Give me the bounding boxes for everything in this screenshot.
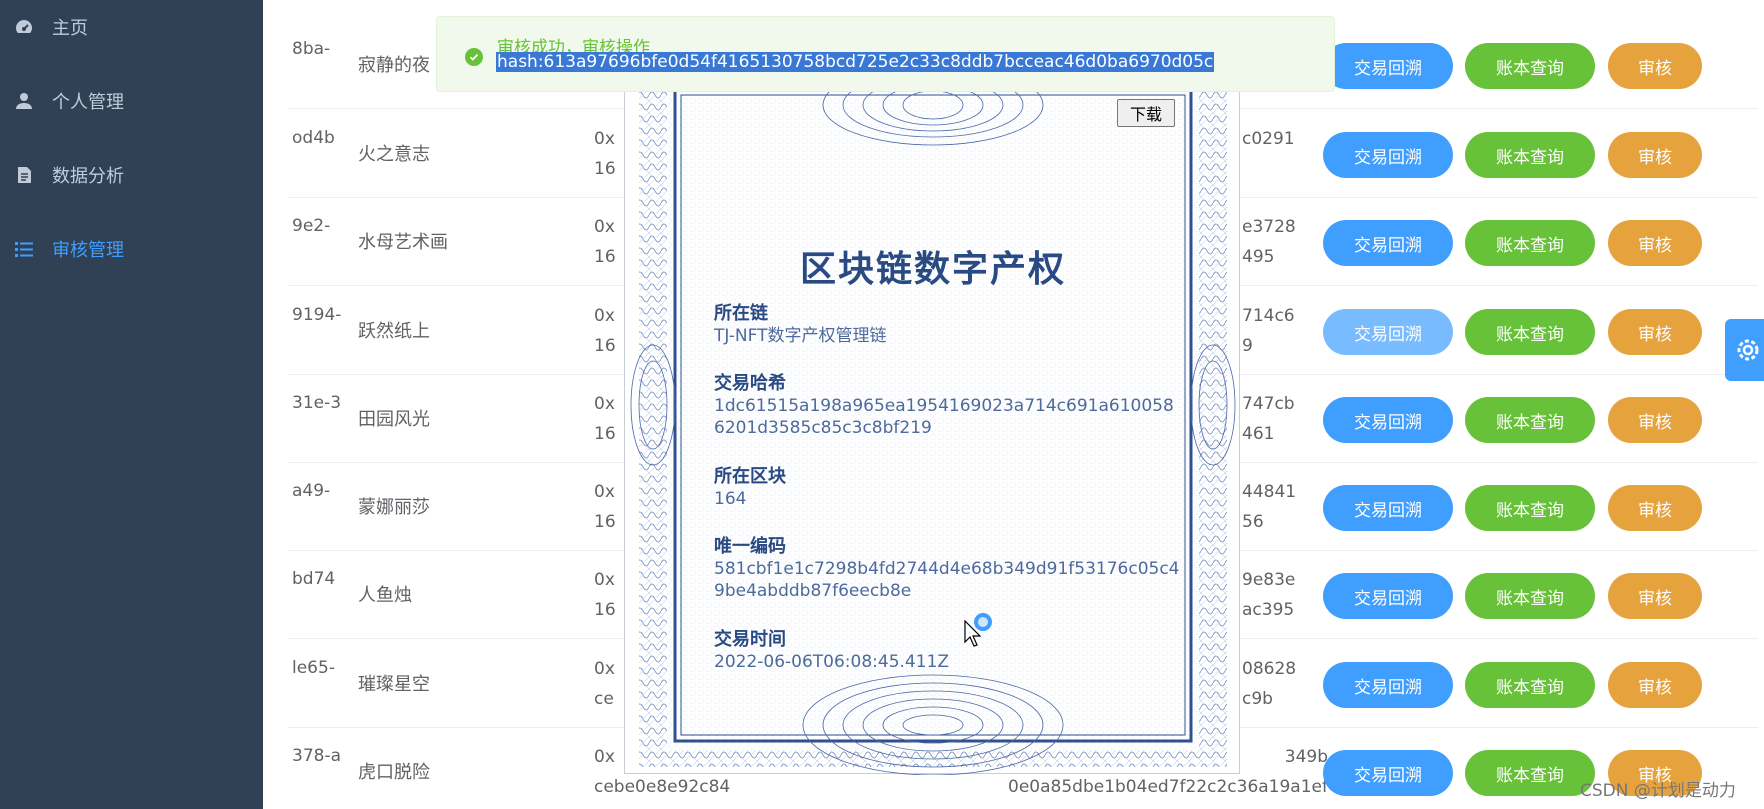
- row-id: 9194-: [292, 305, 342, 325]
- sidebar-item-label: 主页: [52, 18, 88, 39]
- message-hash[interactable]: hash:613a97696bfe0d54f4165130758bcd725e2…: [496, 52, 1215, 72]
- ledger-button[interactable]: 账本查询: [1465, 485, 1595, 531]
- row-id: 378-a: [292, 746, 341, 766]
- chain-value: TJ-NFT数字产权管理链: [714, 326, 887, 346]
- ledger-button[interactable]: 账本查询: [1465, 573, 1595, 619]
- audit-button[interactable]: 审核: [1608, 573, 1702, 619]
- row-name: 田园风光: [358, 409, 430, 430]
- ledger-button[interactable]: 账本查询: [1465, 309, 1595, 355]
- row-hash: 0x ce: [594, 659, 615, 709]
- sidebar-item-label: 数据分析: [52, 166, 124, 187]
- ledger-button[interactable]: 账本查询: [1465, 397, 1595, 443]
- table-row-partial: [288, 0, 1758, 6]
- check-circle-icon: [465, 48, 483, 66]
- audit-button[interactable]: 审核: [1608, 397, 1702, 443]
- row-name: 水母艺术画: [358, 232, 448, 253]
- list-icon: [12, 237, 36, 261]
- row-id: a49-: [292, 481, 331, 501]
- row-hash: 0x 16: [594, 570, 616, 620]
- ledger-button[interactable]: 账本查询: [1465, 750, 1595, 796]
- row-hash: 0x 16: [594, 217, 616, 267]
- row-name: 人鱼烛: [358, 585, 412, 606]
- audit-button[interactable]: 审核: [1608, 662, 1702, 708]
- audit-button[interactable]: 审核: [1608, 43, 1702, 89]
- row-id: le65-: [292, 658, 335, 678]
- row-hash: 0x 16: [594, 394, 616, 444]
- trace-button[interactable]: 交易回溯: [1323, 132, 1453, 178]
- row-id: 9e2-: [292, 216, 331, 236]
- row-hash-secondary: 44841 56: [1242, 482, 1297, 532]
- chain-label: 所在链: [714, 303, 768, 324]
- row-hash-secondary: 714c6 9: [1242, 306, 1295, 356]
- ledger-button[interactable]: 账本查询: [1465, 662, 1595, 708]
- sidebar: 主页 个人管理 数据分析 审核管理: [0, 0, 263, 809]
- sidebar-item-home[interactable]: 主页: [0, 0, 263, 64]
- row-hash-secondary: e3728 495: [1242, 217, 1296, 267]
- row-hash-secondary: c0291: [1242, 129, 1295, 149]
- settings-button[interactable]: [1725, 319, 1764, 381]
- trace-button[interactable]: 交易回溯: [1323, 220, 1453, 266]
- certificate-title: 区块链数字产权: [799, 249, 1066, 290]
- unique-code-value: 581cbf1e1c7298b4fd2744d4e68b349d91f53176…: [714, 559, 1180, 601]
- ledger-button[interactable]: 账本查询: [1465, 220, 1595, 266]
- row-id: 8ba-: [292, 39, 331, 59]
- audit-button[interactable]: 审核: [1608, 220, 1702, 266]
- sidebar-item-audit[interactable]: 审核管理: [0, 212, 263, 286]
- dashboard-icon: [12, 15, 36, 39]
- row-hash-secondary: 9e83e ac395: [1242, 570, 1296, 620]
- trace-button[interactable]: 交易回溯: [1323, 397, 1453, 443]
- trace-button[interactable]: 交易回溯: [1323, 43, 1453, 89]
- cursor-icon: [964, 620, 982, 647]
- trace-button[interactable]: 交易回溯: [1323, 750, 1453, 796]
- tx-hash-label: 交易哈希: [714, 373, 786, 394]
- watermark: CSDN @计划是动力: [1580, 781, 1736, 801]
- trace-button[interactable]: 交易回溯: [1323, 662, 1453, 708]
- row-id: bd74: [292, 569, 336, 589]
- row-id: od4b: [292, 128, 335, 148]
- user-icon: [12, 89, 36, 113]
- audit-button[interactable]: 审核: [1608, 485, 1702, 531]
- tx-time-label: 交易时间: [714, 629, 786, 650]
- row-hash: 0x 16: [594, 482, 616, 532]
- row-name: 虎口脱险: [358, 762, 430, 783]
- row-hash: 0x 16: [594, 306, 616, 356]
- unique-code-label: 唯一编码: [714, 536, 786, 557]
- row-id: 31e-3: [292, 393, 342, 413]
- gear-icon: [1737, 339, 1758, 361]
- download-button[interactable]: 下载: [1117, 99, 1175, 127]
- tx-hash-value: 1dc61515a198a965ea1954169023a714c691a610…: [714, 396, 1174, 438]
- tx-time-value: 2022-06-06T06:08:45.411Z: [714, 652, 950, 672]
- audit-button[interactable]: 审核: [1608, 132, 1702, 178]
- sidebar-item-label: 审核管理: [52, 240, 124, 261]
- trace-button[interactable]: 交易回溯: [1323, 485, 1453, 531]
- sidebar-item-personal[interactable]: 个人管理: [0, 64, 263, 138]
- success-message: 审核成功，审核操作 hash:613a97696bfe0d54f41651307…: [436, 16, 1335, 92]
- audit-button[interactable]: 审核: [1608, 309, 1702, 355]
- ledger-button[interactable]: 账本查询: [1465, 43, 1595, 89]
- document-icon: [12, 163, 36, 187]
- sidebar-item-label: 个人管理: [52, 92, 124, 113]
- block-value: 164: [714, 489, 747, 509]
- row-hash-secondary: 08628 c9b: [1242, 659, 1297, 709]
- row-hash: 0x 16: [594, 129, 616, 179]
- row-name: 跃然纸上: [358, 321, 430, 342]
- sidebar-item-analysis[interactable]: 数据分析: [0, 138, 263, 212]
- ledger-button[interactable]: 账本查询: [1465, 132, 1595, 178]
- certificate-dialog: 下载 区块链数字产权 所在链 TJ-NFT数字产权管理链 交易哈希 1dc615…: [624, 64, 1240, 775]
- row-name: 璀璨星空: [358, 674, 430, 695]
- block-label: 所在区块: [714, 466, 786, 487]
- row-name: 火之意志: [358, 144, 430, 165]
- trace-button[interactable]: 交易回溯: [1323, 309, 1453, 355]
- row-hash-secondary: 747cb 461: [1242, 394, 1295, 444]
- trace-button[interactable]: 交易回溯: [1323, 573, 1453, 619]
- row-name: 蒙娜丽莎: [358, 497, 430, 518]
